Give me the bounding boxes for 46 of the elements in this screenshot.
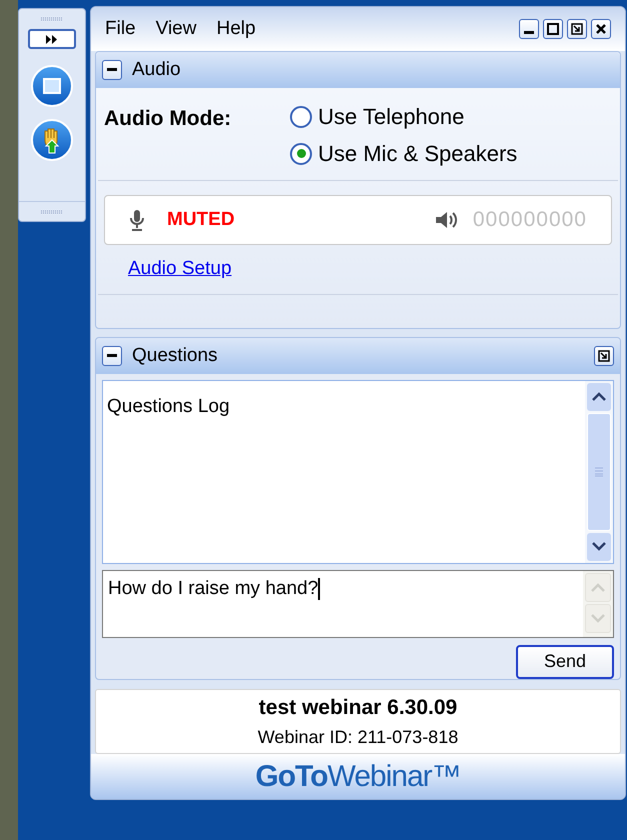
minimize-button[interactable] (519, 19, 539, 40)
speaker-icon (434, 210, 459, 230)
webinar-id: Webinar ID: 211-073-818 (258, 726, 458, 749)
chevron-up-icon[interactable] (592, 392, 606, 402)
audio-mode-label: Audio Mode: (104, 106, 232, 132)
grip-icon[interactable] (595, 466, 603, 477)
popout-icon (598, 350, 610, 362)
menu-item[interactable]: Help (216, 14, 256, 44)
collapse-button[interactable] (102, 346, 122, 366)
grip-icon[interactable] (41, 210, 63, 214)
window-icon (43, 78, 61, 94)
collapse-icon (107, 354, 117, 358)
expand-button[interactable] (28, 29, 76, 49)
menu-item[interactable]: View (156, 14, 196, 44)
collapse-button[interactable] (102, 60, 122, 80)
speaker-level-readout: 000000000 (472, 207, 587, 234)
double-arrow-icon (45, 34, 59, 44)
close-button[interactable] (591, 19, 611, 40)
scrollbar[interactable] (585, 380, 613, 563)
webinar-title: test webinar 6.30.09 (258, 695, 458, 722)
window-button[interactable] (31, 65, 73, 107)
grip-icon[interactable] (41, 17, 63, 21)
radio-label[interactable]: Use Mic & Speakers (318, 137, 518, 170)
raise-hand-button[interactable] (31, 119, 73, 161)
maximize-icon (547, 23, 559, 36)
panel-title: Questions (132, 344, 218, 368)
audio-setup-link[interactable]: Audio Setup (128, 258, 232, 280)
radio-button[interactable] (290, 142, 312, 165)
mic-status: MUTED (167, 208, 235, 232)
logo: GoToWebinar™ (255, 759, 461, 795)
popout-icon (571, 23, 583, 36)
input-text: How do I raise my hand? (107, 576, 322, 602)
popout-button[interactable] (567, 19, 587, 40)
microphone-icon (129, 209, 145, 232)
popout-button[interactable] (594, 346, 614, 366)
close-icon (596, 24, 606, 34)
collapse-icon (107, 68, 117, 72)
maximize-button[interactable] (543, 19, 563, 40)
log-title: Questions Log (106, 394, 231, 419)
minimize-icon (524, 31, 534, 34)
send-button[interactable]: Send (516, 644, 614, 679)
radio-label[interactable]: Use Telephone (318, 100, 464, 134)
menu-item[interactable]: File (105, 14, 136, 44)
panel-title: Audio (132, 58, 181, 82)
chevron-down-icon[interactable] (592, 542, 606, 552)
radio-button[interactable] (290, 106, 312, 128)
